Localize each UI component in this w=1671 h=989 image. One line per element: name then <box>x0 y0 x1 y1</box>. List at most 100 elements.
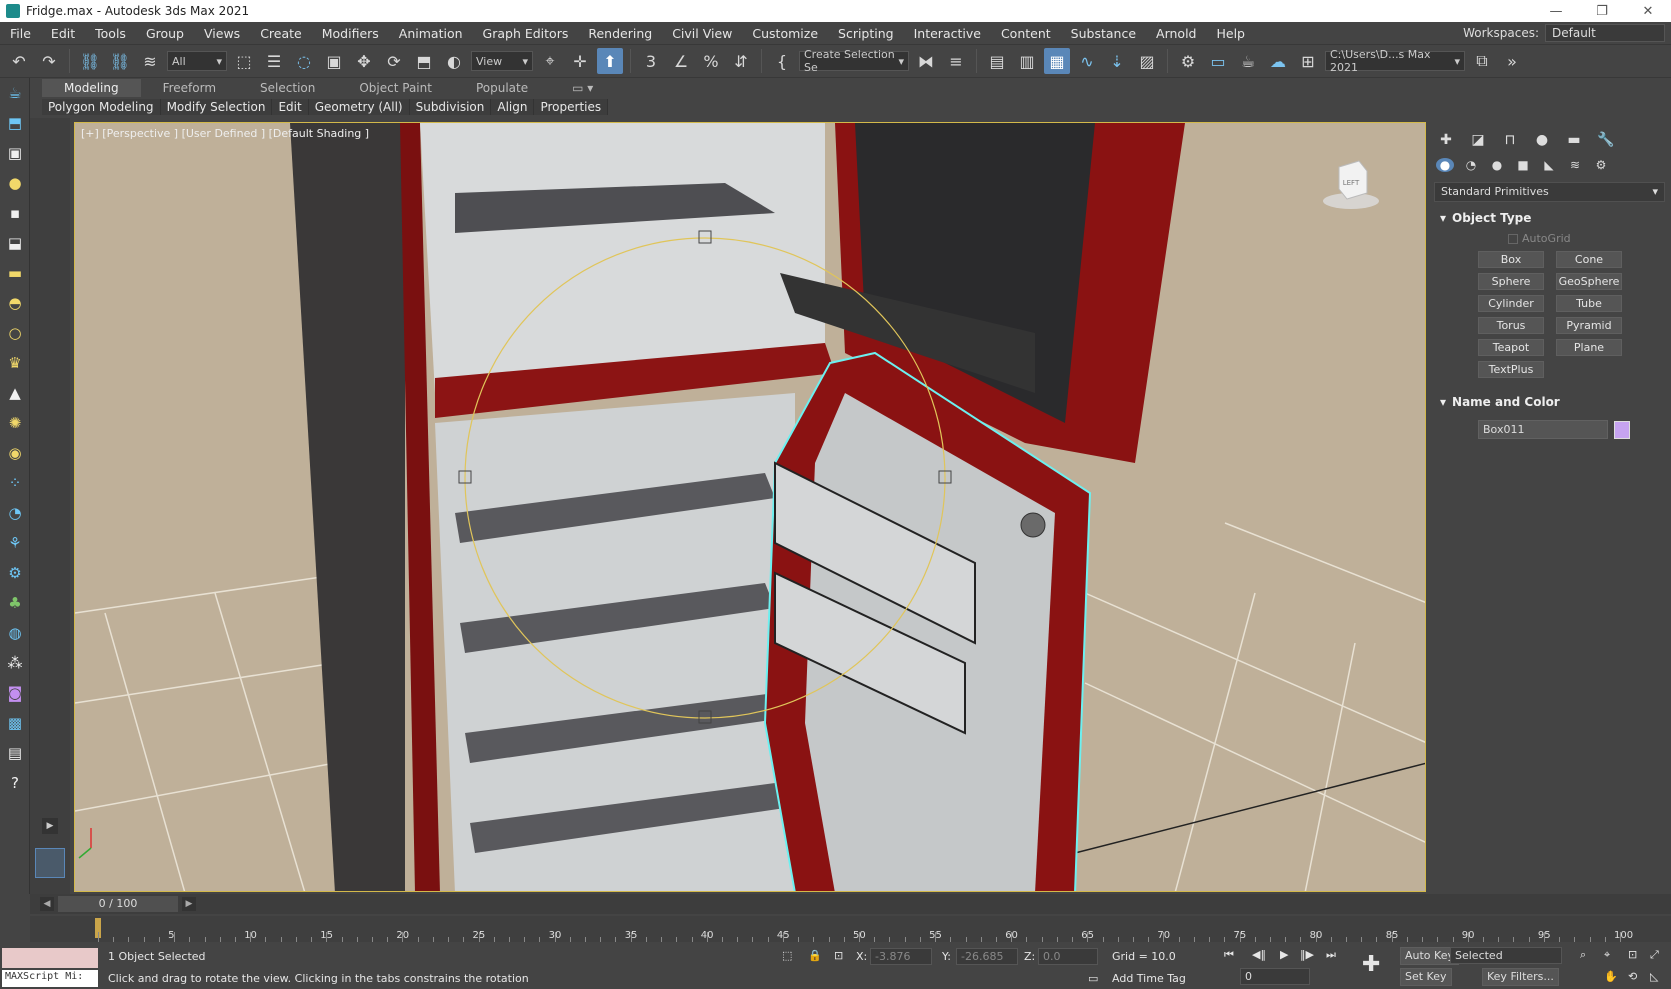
render-setup-icon[interactable]: ⚙ <box>1175 48 1201 74</box>
maxscript-mini-listener[interactable]: MAXScript Mi: <box>2 970 98 987</box>
mirror-icon[interactable]: ⧓ <box>913 48 939 74</box>
set-key-icon[interactable]: ✚ <box>1362 952 1380 977</box>
schematic-view-icon[interactable]: ⇣ <box>1104 48 1130 74</box>
key-mode-dropdown[interactable]: Selected <box>1450 947 1562 964</box>
menu-content[interactable]: Content <box>991 26 1061 41</box>
close-icon[interactable]: ✕ <box>1625 4 1671 19</box>
menu-civil-view[interactable]: Civil View <box>662 26 742 41</box>
selection-filter-dropdown[interactable]: All ▾ <box>167 51 227 71</box>
render-shortcuts-icon[interactable]: ⊞ <box>1295 48 1321 74</box>
box-button[interactable]: Box <box>1478 251 1544 268</box>
perspective-viewport[interactable]: [+] [Perspective ] [User Defined ] [Defa… <box>74 122 1426 892</box>
panel-polygon-modeling[interactable]: Polygon Modeling <box>42 99 161 115</box>
menu-tools[interactable]: Tools <box>85 26 136 41</box>
viewport-label[interactable]: [+] [Perspective ] [User Defined ] [Defa… <box>81 127 369 140</box>
maxscript-listener[interactable] <box>2 948 98 968</box>
menu-customize[interactable]: Customize <box>742 26 828 41</box>
container-icon[interactable]: ⬒ <box>0 108 30 138</box>
spacewarp-icon[interactable]: ◔ <box>0 498 30 528</box>
edit-named-selection-icon[interactable]: { <box>769 48 795 74</box>
tab-selection[interactable]: Selection <box>238 79 337 97</box>
gear-icon[interactable]: ⚙ <box>0 558 30 588</box>
particle-icon[interactable]: ⁘ <box>0 468 30 498</box>
menu-modifiers[interactable]: Modifiers <box>312 26 389 41</box>
textplus-button[interactable]: TextPlus <box>1478 361 1544 378</box>
render-in-cloud-icon[interactable]: ☁ <box>1265 48 1291 74</box>
material-editor-icon[interactable]: ▨ <box>1134 48 1160 74</box>
modify-tab-icon[interactable]: ◪ <box>1468 132 1488 148</box>
menu-arnold[interactable]: Arnold <box>1146 26 1206 41</box>
align-icon[interactable]: ≡ <box>943 48 969 74</box>
toggle-scene-explorer-icon[interactable]: ▤ <box>984 48 1010 74</box>
object-type-rollout[interactable]: ▾ Object Type <box>1434 208 1665 228</box>
geometry-icon[interactable]: ● <box>1436 158 1454 172</box>
pyramid-button[interactable]: Pyramid <box>1556 317 1622 334</box>
crown-icon[interactable]: ♛ <box>0 348 30 378</box>
help-icon[interactable]: ? <box>0 768 30 798</box>
undo-icon[interactable]: ↶ <box>6 48 32 74</box>
object-name-field[interactable]: Box011 <box>1478 420 1608 439</box>
project-folder-dropdown[interactable]: C:\Users\D...s Max 2021 ▾ <box>1325 48 1465 74</box>
expand-layouts-icon[interactable]: ▶ <box>42 818 58 834</box>
geosphere-button[interactable]: GeoSphere <box>1556 273 1622 290</box>
go-to-end-icon[interactable]: ⏭ <box>1326 948 1336 962</box>
menu-edit[interactable]: Edit <box>41 26 85 41</box>
curve-editor-icon[interactable]: ∿ <box>1074 48 1100 74</box>
teapot-button[interactable]: Teapot <box>1478 339 1544 356</box>
named-selection-set-dropdown[interactable]: Create Selection Se ▾ <box>799 48 909 74</box>
motion-tab-icon[interactable]: ● <box>1532 132 1552 148</box>
select-by-name-icon[interactable]: ☰ <box>261 48 287 74</box>
clipboard-icon[interactable]: ▤ <box>0 738 30 768</box>
systems-icon[interactable]: ⚙ <box>1592 158 1610 172</box>
menu-help[interactable]: Help <box>1206 26 1255 41</box>
menu-graph-editors[interactable]: Graph Editors <box>473 26 579 41</box>
system-icon[interactable]: ⚘ <box>0 528 30 558</box>
track-bar[interactable]: 5 10 15 20 25 30 35 40 45 50 55 60 65 70 75 80 85 90 95 100 <box>30 916 1671 942</box>
window-crossing-icon[interactable]: ▣ <box>321 48 347 74</box>
redo-icon[interactable]: ↷ <box>36 48 62 74</box>
sphere-light-icon[interactable]: ○ <box>0 318 30 348</box>
panel-properties[interactable]: Properties <box>534 99 609 115</box>
toggle-ribbon-icon[interactable]: ▦ <box>1044 48 1070 74</box>
unlink-icon[interactable]: ⛓ <box>107 48 133 74</box>
sun-icon[interactable]: ✺ <box>0 408 30 438</box>
go-to-start-icon[interactable]: ⏮ <box>1224 948 1234 962</box>
menu-substance[interactable]: Substance <box>1061 26 1146 41</box>
rectangle-icon[interactable]: ▬ <box>0 258 30 288</box>
render-icon[interactable]: ▩ <box>0 708 30 738</box>
tab-populate[interactable]: Populate <box>454 79 550 97</box>
panel-align[interactable]: Align <box>491 99 535 115</box>
camera-icon[interactable]: ▪ <box>0 198 30 228</box>
ribbon-options-icon[interactable]: ▭ ▾ <box>550 79 615 97</box>
viewport-layout-thumbnail[interactable] <box>35 848 65 878</box>
spotlight-icon[interactable]: ▲ <box>0 378 30 408</box>
name-and-color-rollout[interactable]: ▾ Name and Color <box>1434 392 1665 412</box>
menu-file[interactable]: File <box>0 26 41 41</box>
isolate-selection-icon[interactable]: ⬚ <box>782 949 792 962</box>
object-category-dropdown[interactable]: Standard Primitives ▾ <box>1434 182 1665 202</box>
set-key-button[interactable]: Set Key <box>1400 968 1452 986</box>
teapot-icon[interactable]: ☕ <box>0 78 30 108</box>
panel-subdivision[interactable]: Subdivision <box>409 99 492 115</box>
z-coordinate-field[interactable]: 0.0 <box>1038 948 1098 965</box>
light-icon[interactable]: ● <box>0 168 30 198</box>
field-of-view-icon[interactable]: ◺ <box>1650 970 1658 983</box>
shapes-icon[interactable]: ◔ <box>1462 158 1480 172</box>
time-tag-icon[interactable]: ▭ <box>1088 972 1098 985</box>
scene-icon[interactable]: ▣ <box>0 138 30 168</box>
torus-button[interactable]: Torus <box>1478 317 1544 334</box>
tab-object-paint[interactable]: Object Paint <box>337 79 454 97</box>
cylinder-button[interactable]: Cylinder <box>1478 295 1544 312</box>
menu-scripting[interactable]: Scripting <box>828 26 904 41</box>
sphere-button[interactable]: Sphere <box>1478 273 1544 290</box>
menu-interactive[interactable]: Interactive <box>904 26 991 41</box>
utilities-tab-icon[interactable]: 🔧 <box>1596 132 1616 148</box>
skylight-icon[interactable]: ◉ <box>0 438 30 468</box>
toolbar-overflow-icon[interactable]: » <box>1499 48 1525 74</box>
previous-frame-icon[interactable]: ◀‖ <box>1252 948 1266 961</box>
time-slider[interactable]: 0 / 100 <box>58 896 178 912</box>
rendered-frame-window-icon[interactable]: ▭ <box>1205 48 1231 74</box>
display-tab-icon[interactable]: ▬ <box>1564 132 1584 148</box>
tube-button[interactable]: Tube <box>1556 295 1622 312</box>
tab-modeling[interactable]: Modeling <box>42 79 141 97</box>
